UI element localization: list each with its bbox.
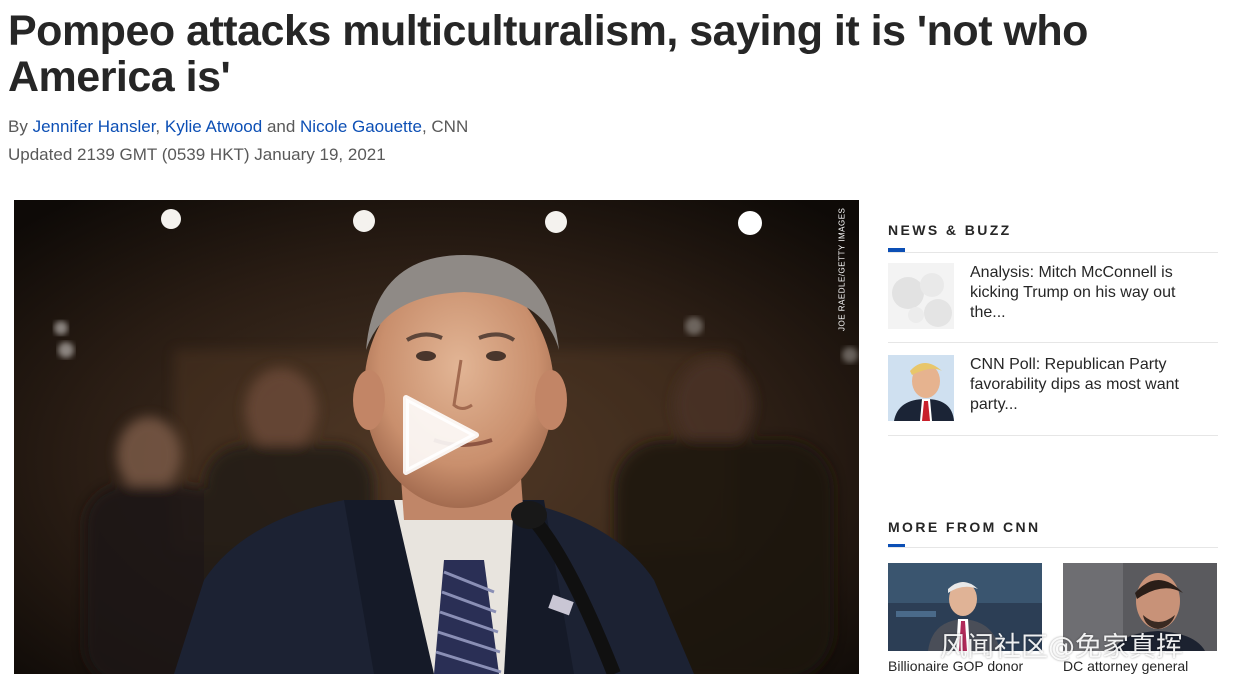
more-thumbnail xyxy=(888,563,1042,651)
byline-prefix: By xyxy=(8,117,28,136)
buzz-thumbnail xyxy=(888,355,954,421)
buzz-headline[interactable]: CNN Poll: Republican Party favorability … xyxy=(970,355,1190,415)
more-thumbnail xyxy=(1063,563,1217,651)
divider xyxy=(888,252,1218,253)
article-headline: Pompeo attacks multiculturalism, saying … xyxy=(8,7,1088,101)
more-headline[interactable]: DC attorney general xyxy=(1063,658,1217,674)
more-item-gop-donor[interactable]: Billionaire GOP donor xyxy=(888,563,1042,674)
more-from-cnn-heading: MORE FROM CNN xyxy=(888,519,1041,535)
author-link-2[interactable]: Kylie Atwood xyxy=(165,117,262,136)
author-link-3[interactable]: Nicole Gaouette xyxy=(300,117,422,136)
author-link-1[interactable]: Jennifer Hansler xyxy=(33,117,156,136)
more-item-dc-attorney[interactable]: DC attorney general xyxy=(1063,563,1217,674)
divider xyxy=(888,435,1218,436)
video-player[interactable]: JOE RAEDLE/GETTY IMAGES xyxy=(14,200,859,674)
buzz-thumbnail xyxy=(888,263,954,329)
updated-timestamp: Updated 2139 GMT (0539 HKT) January 19, … xyxy=(8,145,386,164)
byline: By Jennifer Hansler, Kylie Atwood and Ni… xyxy=(8,117,468,137)
byline-and: and xyxy=(262,117,301,136)
buzz-headline[interactable]: Analysis: Mitch McConnell is kicking Tru… xyxy=(970,263,1190,323)
news-buzz-heading: NEWS & BUZZ xyxy=(888,222,1012,238)
byline-suffix: , CNN xyxy=(421,117,469,136)
more-headline[interactable]: Billionaire GOP donor xyxy=(888,658,1042,674)
play-icon xyxy=(403,395,479,475)
divider xyxy=(888,342,1218,343)
buzz-item-cnn-poll[interactable]: CNN Poll: Republican Party favorability … xyxy=(888,355,1218,425)
divider xyxy=(888,547,1218,548)
buzz-item-mcconnell[interactable]: Analysis: Mitch McConnell is kicking Tru… xyxy=(888,263,1218,333)
photo-credit: JOE RAEDLE/GETTY IMAGES xyxy=(837,207,847,331)
byline-separator: , xyxy=(155,117,165,136)
play-button[interactable] xyxy=(394,390,484,480)
